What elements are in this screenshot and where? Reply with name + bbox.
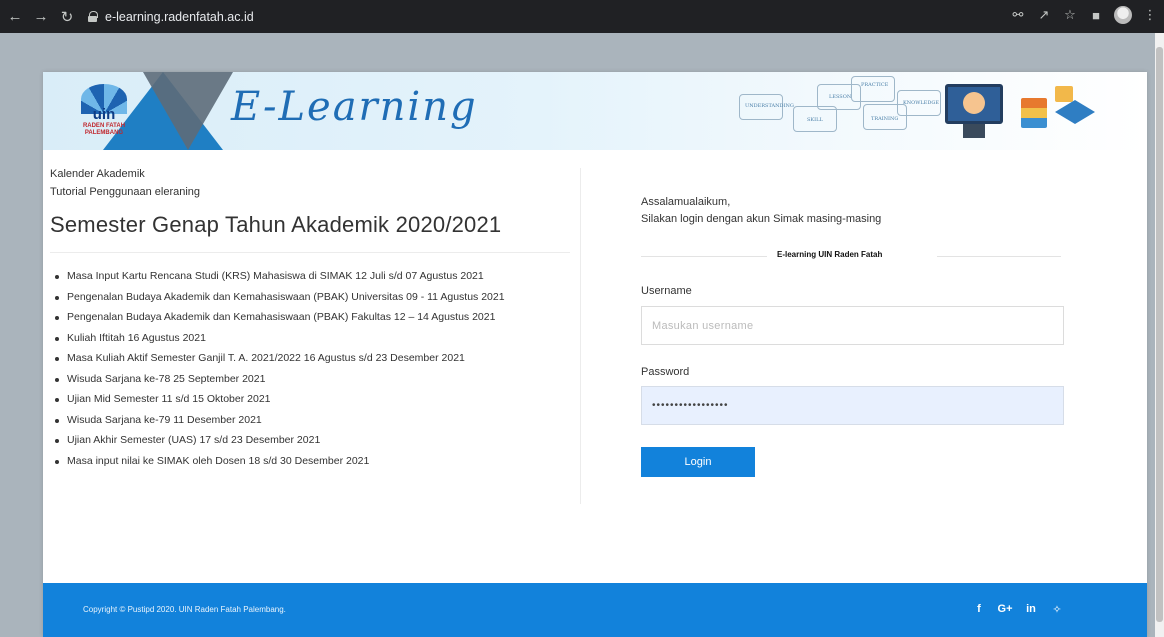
- diagram-word: Understanding: [745, 103, 794, 109]
- username-input[interactable]: [641, 306, 1064, 345]
- list-item: Masa Kuliah Aktif Semester Ganjil T. A. …: [55, 348, 565, 369]
- list-item: Wisuda Sarjana ke-79 11 Desember 2021: [55, 410, 565, 431]
- page-scrollbar[interactable]: [1155, 33, 1164, 637]
- section-divider-right: [937, 256, 1061, 257]
- star-icon[interactable]: ☆: [1062, 6, 1078, 24]
- key-icon[interactable]: ⚯: [1010, 6, 1026, 24]
- banner-title: E-Learning: [231, 84, 478, 130]
- back-icon[interactable]: ←: [4, 6, 26, 28]
- list-item: Ujian Akhir Semester (UAS) 17 s/d 23 Des…: [55, 430, 565, 451]
- diagram-word: Practice: [861, 82, 889, 88]
- list-item: Ujian Mid Semester 11 s/d 15 Oktober 202…: [55, 389, 565, 410]
- login-instruction: Silakan login dengan akun Simak masing-m…: [641, 213, 882, 225]
- banner-shape: [143, 72, 233, 150]
- semester-heading: Semester Genap Tahun Akademik 2020/2021: [50, 212, 502, 237]
- elearning-illustration: [933, 78, 1103, 144]
- section-divider-left: [641, 256, 767, 257]
- list-item: Masa input nilai ke SIMAK oleh Dosen 18 …: [55, 451, 565, 472]
- profile-icon[interactable]: [1114, 6, 1132, 24]
- address-bar[interactable]: e-learning.radenfatah.ac.id: [88, 5, 1108, 28]
- link-kalender-akademik[interactable]: Kalender Akademik: [50, 168, 145, 180]
- facebook-icon[interactable]: f: [972, 602, 986, 616]
- graduation-cap-icon: [1055, 100, 1095, 124]
- social-links: f G+ in ✧: [972, 602, 1064, 616]
- lock-icon[interactable]: [88, 11, 98, 22]
- uin-logo: uin RADEN FATAH PALEMBANG: [75, 82, 133, 142]
- linkedin-icon[interactable]: in: [1024, 602, 1038, 616]
- browser-actions: ⚯ ↗ ☆ ■ ⋮: [1010, 6, 1158, 24]
- google-plus-icon[interactable]: G+: [998, 602, 1013, 616]
- password-label: Password: [641, 366, 690, 378]
- logo-subtext: RADEN FATAH PALEMBANG: [82, 123, 126, 136]
- username-label: Username: [641, 285, 692, 297]
- diagram-node: [851, 76, 895, 102]
- reload-icon[interactable]: ↻: [56, 6, 78, 28]
- section-title: E-learning UIN Raden Fatah: [777, 250, 883, 259]
- diagram-word: Training: [871, 116, 899, 122]
- copyright-text: Copyright © Pustipd 2020. UIN Raden Fata…: [83, 605, 286, 614]
- list-item: Pengenalan Budaya Akademik dan Kemahasis…: [55, 287, 565, 308]
- forward-icon[interactable]: →: [30, 6, 52, 28]
- more-icon[interactable]: ⋮: [1142, 6, 1158, 24]
- scrollbar-thumb[interactable]: [1156, 47, 1163, 622]
- login-button[interactable]: Login: [641, 447, 755, 477]
- share-icon[interactable]: ↗: [1036, 6, 1052, 24]
- login-card: uin RADEN FATAH PALEMBANG E-Learning Und…: [43, 72, 1147, 637]
- list-item: Kuliah Iftitah 16 Agustus 2021: [55, 328, 565, 349]
- skills-diagram: Understanding Lesson Practice Knowledge …: [731, 72, 961, 150]
- header-banner: uin RADEN FATAH PALEMBANG E-Learning Und…: [43, 72, 1147, 150]
- password-input[interactable]: [641, 386, 1064, 425]
- window-icon[interactable]: ■: [1088, 6, 1104, 24]
- diagram-word: Lesson: [829, 94, 852, 100]
- person-icon: [963, 92, 985, 114]
- twitter-icon[interactable]: ✧: [1050, 602, 1064, 616]
- list-item: Pengenalan Budaya Akademik dan Kemahasis…: [55, 307, 565, 328]
- greeting-text: Assalamualaikum,: [641, 196, 731, 208]
- url-text[interactable]: e-learning.radenfatah.ac.id: [105, 10, 254, 24]
- browser-toolbar: ← → ↻ e-learning.radenfatah.ac.id ⚯ ↗ ☆ …: [0, 0, 1164, 33]
- list-item: Masa Input Kartu Rencana Studi (KRS) Mah…: [55, 266, 565, 287]
- divider: [50, 252, 570, 253]
- monitor-stand-icon: [963, 124, 985, 138]
- diagram-word: Skill: [807, 117, 823, 123]
- academic-info-panel: Kalender Akademik Tutorial Penggunaan el…: [43, 168, 581, 504]
- academic-events-list: Masa Input Kartu Rencana Studi (KRS) Mah…: [55, 266, 565, 471]
- page-footer: Copyright © Pustipd 2020. UIN Raden Fata…: [43, 583, 1147, 637]
- list-item: Wisuda Sarjana ke-78 25 September 2021: [55, 369, 565, 390]
- clipboard-icon: [1055, 86, 1073, 102]
- books-icon: [1021, 98, 1047, 128]
- logo-text: uin: [92, 106, 116, 123]
- link-tutorial[interactable]: Tutorial Penggunaan eleraning: [50, 186, 200, 198]
